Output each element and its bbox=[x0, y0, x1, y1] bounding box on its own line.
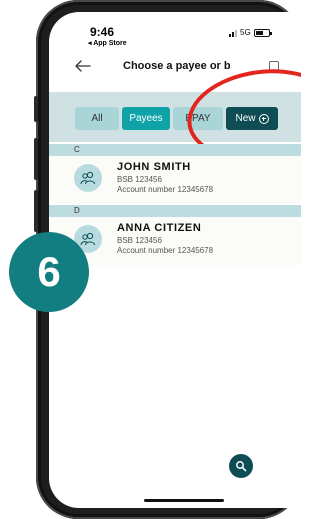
search-icon bbox=[236, 461, 247, 472]
section-header-d: D bbox=[49, 205, 301, 217]
volume-up-button bbox=[34, 138, 38, 180]
status-time: 9:46 bbox=[90, 25, 115, 39]
status-indicators: 5G bbox=[229, 28, 272, 37]
section-header-c: C bbox=[49, 144, 301, 156]
person-group-icon bbox=[74, 164, 102, 192]
status-bar: 9:46 ◂ App Store 5G bbox=[49, 12, 301, 48]
signal-icon bbox=[229, 29, 237, 37]
payee-bsb: BSB 123456 bbox=[117, 236, 162, 245]
volume-down-button bbox=[34, 190, 38, 232]
payee-row-john-smith[interactable]: JOHN SMITH BSB 123456 Account number 123… bbox=[49, 156, 301, 204]
battery-icon bbox=[253, 28, 272, 37]
payee-name: ANNA CITIZEN bbox=[117, 222, 202, 234]
page-title: Choose a payee or b bbox=[123, 60, 231, 72]
tab-payees[interactable]: Payees bbox=[122, 107, 170, 130]
step-number-badge: 6 bbox=[9, 232, 89, 312]
silent-switch bbox=[34, 96, 38, 122]
network-label: 5G bbox=[240, 28, 251, 37]
payee-account-number: Account number 12345678 bbox=[117, 185, 214, 194]
tab-all[interactable]: All bbox=[75, 107, 119, 130]
payee-account-number: Account number 12345678 bbox=[117, 246, 214, 255]
back-arrow-icon[interactable] bbox=[73, 56, 93, 76]
home-indicator bbox=[144, 499, 224, 502]
payee-row-anna-citizen[interactable]: ANNA CITIZEN BSB 123456 Account number 1… bbox=[49, 217, 301, 265]
back-to-app-store-link[interactable]: ◂ App Store bbox=[88, 39, 127, 47]
payee-bsb: BSB 123456 bbox=[117, 175, 162, 184]
search-button[interactable] bbox=[229, 454, 253, 478]
payee-name: JOHN SMITH bbox=[117, 161, 191, 173]
